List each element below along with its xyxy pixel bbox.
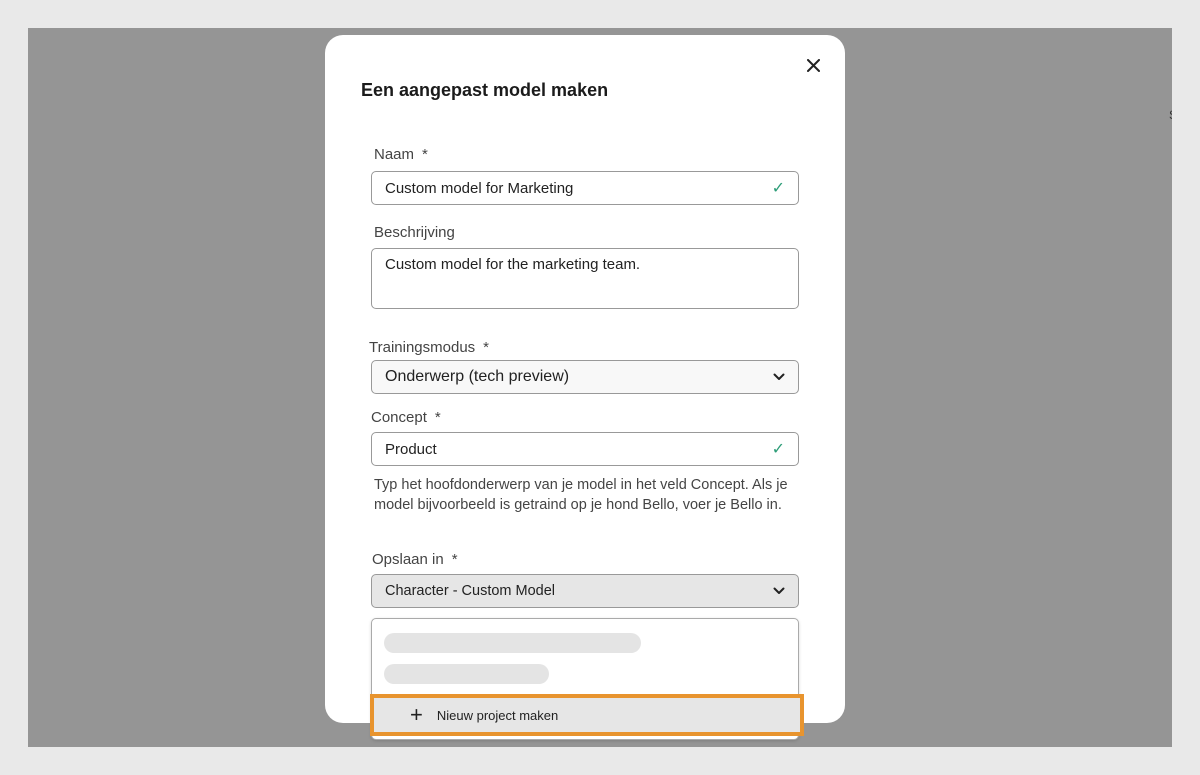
concept-input-value: Product: [385, 440, 437, 458]
loading-placeholder: [384, 664, 549, 684]
required-mark: *: [451, 551, 458, 568]
save-in-label: Opslaan in *: [372, 551, 458, 568]
chevron-down-icon: [773, 587, 785, 594]
name-input[interactable]: Custom model for Marketing ✓: [371, 171, 799, 205]
plus-icon: +: [410, 702, 423, 727]
close-icon: [806, 58, 820, 72]
new-project-menu-item[interactable]: + Nieuw project maken: [370, 694, 804, 736]
training-mode-value: Onderwerp (tech preview): [385, 368, 570, 385]
required-mark: *: [483, 339, 490, 356]
required-mark: *: [422, 146, 428, 163]
background-partial-text: S: [1169, 108, 1172, 122]
name-input-value: Custom model for Marketing: [385, 179, 574, 197]
loading-placeholder: [384, 633, 641, 653]
concept-helper-text: Typ het hoofdonderwerp van je model in h…: [374, 477, 788, 513]
save-in-label-text: Opslaan in: [372, 551, 444, 568]
dimmed-background: S Een aangepast model maken Naam * Custom…: [28, 28, 1172, 747]
training-mode-label-text: Trainingsmodus: [369, 339, 476, 356]
concept-label-text: Concept: [371, 409, 427, 426]
new-project-label: Nieuw project maken: [436, 707, 559, 723]
training-mode-label: Trainingsmodus *: [369, 339, 489, 356]
concept-input[interactable]: Product ✓: [371, 432, 799, 466]
checkmark-icon: ✓: [771, 441, 785, 458]
checkmark-icon: ✓: [771, 180, 785, 197]
name-label: Naam *: [374, 146, 428, 163]
dialog-title: Een aangepast model maken: [361, 80, 609, 100]
training-mode-select[interactable]: Onderwerp (tech preview): [371, 360, 799, 394]
concept-label: Concept *: [371, 409, 441, 426]
save-in-value: Character - Custom Model: [385, 583, 556, 599]
name-label-text: Naam: [374, 146, 415, 163]
required-mark: *: [434, 409, 441, 426]
save-in-select[interactable]: Character - Custom Model: [371, 574, 799, 608]
close-button[interactable]: [803, 55, 823, 75]
description-textarea[interactable]: Custom model for the marketing team.: [371, 248, 799, 309]
description-label: Beschrijving: [374, 224, 455, 241]
description-value: Custom model for the marketing team.: [385, 256, 641, 273]
chevron-down-icon: [773, 373, 785, 380]
